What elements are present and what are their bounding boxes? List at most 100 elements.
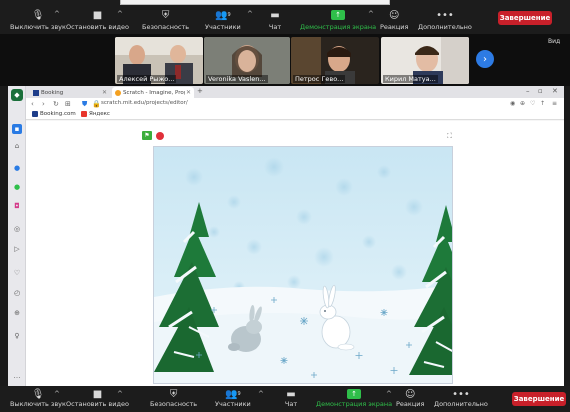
more-button[interactable]: ••• Дополнительно (418, 9, 472, 32)
participant-tile[interactable]: Алексей Рыжо... (115, 37, 203, 84)
chat-icon: ▬ (286, 388, 296, 400)
close-icon[interactable]: ✕ (186, 89, 191, 96)
close-window-icon[interactable]: ✕ (552, 87, 558, 95)
speed-dial-icon[interactable]: ▪ (12, 124, 22, 134)
scratch-favicon-icon (115, 89, 121, 96)
microphone-icon: 🎙 (31, 388, 45, 400)
mute-caret-icon[interactable]: ^ (54, 10, 60, 18)
scratch-player: ⚑ ⛶ (26, 121, 564, 386)
more-dots-icon: ••• (436, 9, 454, 21)
forward-icon[interactable]: › (42, 100, 45, 108)
mute-caret-icon[interactable]: ^ (54, 390, 60, 398)
smile-icon: ☺ (388, 9, 400, 21)
chat-button[interactable]: ▬ Чат (284, 388, 298, 409)
tab-bar: Booking ✕ Scratch - Imagine, Program, Sh… (26, 86, 564, 98)
reactions-button[interactable]: ☺ Реакция (380, 9, 408, 32)
share-screen-button[interactable]: ↑ Демонстрация экрана (316, 389, 392, 408)
participants-button[interactable]: 👥 9 Участники (215, 388, 251, 409)
back-icon[interactable]: ‹ (31, 100, 34, 108)
tab-scratch[interactable]: Scratch - Imagine, Program, Share ✕ (112, 87, 194, 98)
zoom-toolbar-bottom: 🎙 Выключить звук ^ ■ Остановить видео ^ … (0, 386, 570, 412)
participants-icon: 👥 9 (215, 9, 231, 21)
tab-booking[interactable]: Booking ✕ (30, 87, 110, 98)
menu-icon[interactable]: ≡ (552, 100, 557, 107)
url-field[interactable]: scratch.mit.edu/projects/editor/ (101, 100, 188, 106)
shield-icon: ⛨ (161, 9, 170, 21)
heart-icon[interactable]: ♡ (530, 100, 535, 107)
stop-button[interactable] (156, 132, 164, 140)
share-screen-icon: ↑ (331, 10, 346, 20)
participants-caret-icon[interactable]: ^ (258, 390, 264, 398)
winter-scene (154, 147, 452, 383)
microphone-icon: 🎙 (31, 9, 45, 21)
participants-caret-icon[interactable]: ^ (247, 10, 253, 18)
heart-icon[interactable]: ♡ (12, 268, 22, 278)
share-caret-icon[interactable]: ^ (386, 390, 392, 398)
instagram-icon[interactable]: ◘ (12, 201, 22, 211)
tooltip-strip (120, 0, 390, 5)
messenger-icon[interactable]: ● (12, 163, 22, 173)
shield-icon: ⛨ (169, 388, 178, 400)
address-bar: ‹ › ↻ ⊞ ⛊ 🔒 scratch.mit.edu/projects/edi… (26, 98, 564, 110)
participants-button[interactable]: 👥 9 Участники (205, 9, 241, 32)
minimize-icon[interactable]: – (526, 87, 530, 95)
security-button[interactable]: ⛨ Безопасность (150, 388, 197, 409)
security-button[interactable]: ⛨ Безопасность (142, 9, 189, 32)
participant-name: Петрос Гево... (293, 75, 346, 83)
chevron-right-icon: › (483, 53, 487, 65)
yandex-favicon-icon (81, 111, 87, 117)
send-icon[interactable]: ▷ (12, 244, 22, 254)
browser-logo-icon[interactable]: ◆ (11, 89, 23, 101)
scratch-stage[interactable] (153, 146, 453, 384)
flag-icon: ⚑ (144, 132, 150, 139)
participant-tile[interactable]: Кирил Матуа... (381, 37, 469, 84)
new-tab-icon[interactable]: + (197, 87, 203, 95)
next-participants-button[interactable]: › (476, 50, 494, 68)
shield-icon[interactable]: ⛊ (82, 100, 87, 109)
video-caret-icon[interactable]: ^ (117, 390, 123, 398)
reload-icon[interactable]: ↻ (53, 100, 59, 108)
bookmark-booking[interactable]: Booking.com (32, 111, 76, 117)
booking-favicon-icon (32, 111, 38, 117)
view-button[interactable]: Вид (548, 38, 560, 45)
grid-icon[interactable]: ⊞ (65, 100, 71, 108)
lock-icon: 🔒 (92, 100, 101, 108)
reactions-button[interactable]: ☺ Реакция (396, 388, 424, 409)
participant-tile[interactable]: Veronika Vaslen... (204, 37, 290, 84)
participant-name: Veronika Vaslen... (206, 75, 268, 83)
more-dots-icon: ••• (452, 388, 470, 400)
participant-tile[interactable]: Петрос Гево... (291, 37, 379, 84)
share-screen-button[interactable]: ↑ Демонстрация экрана (300, 9, 376, 31)
more-dots-icon[interactable]: … (12, 371, 22, 381)
booking-favicon-icon (33, 89, 39, 96)
end-meeting-button[interactable]: Завершение (512, 392, 566, 406)
fullscreen-icon[interactable]: ⛶ (447, 132, 452, 141)
lightbulb-icon[interactable]: ♀ (12, 331, 22, 341)
camera-icon: ■ (92, 9, 103, 21)
circle-icon[interactable]: ◎ (12, 224, 22, 234)
video-caret-icon[interactable]: ^ (117, 10, 123, 18)
share-screen-icon: ↑ (347, 389, 362, 399)
zoom-toolbar-top: 🎙 Выключить звук ^ ■ Остановить видео ^ … (0, 0, 570, 34)
chat-button[interactable]: ▬ Чат (268, 9, 282, 32)
chat-icon: ▬ (270, 9, 280, 21)
download-icon[interactable]: ⊕ (520, 100, 525, 107)
participants-icon: 👥 9 (225, 388, 241, 400)
globe-icon[interactable]: ⊕ (12, 308, 22, 318)
bookmarks-bar: Booking.com Яндекс (26, 110, 564, 120)
end-meeting-button[interactable]: Завершение (498, 11, 552, 25)
green-flag-button[interactable]: ⚑ (142, 131, 152, 140)
share-icon[interactable]: ↑ (540, 100, 545, 107)
share-caret-icon[interactable]: ^ (368, 10, 374, 18)
home-icon[interactable]: ⌂ (12, 141, 22, 151)
close-icon[interactable]: ✕ (102, 89, 107, 96)
participant-name: Кирил Матуа... (383, 75, 438, 83)
smile-icon: ☺ (404, 388, 416, 400)
zoom-window: 🎙 Выключить звук ^ ■ Остановить видео ^ … (0, 0, 570, 412)
camera-icon[interactable]: ◉ (510, 100, 515, 107)
whatsapp-icon[interactable]: ● (12, 182, 22, 192)
more-button[interactable]: ••• Дополнительно (434, 388, 488, 409)
maximize-icon[interactable]: ▫ (538, 87, 543, 95)
history-icon[interactable]: ◴ (12, 288, 22, 298)
bookmark-yandex[interactable]: Яндекс (81, 111, 110, 117)
